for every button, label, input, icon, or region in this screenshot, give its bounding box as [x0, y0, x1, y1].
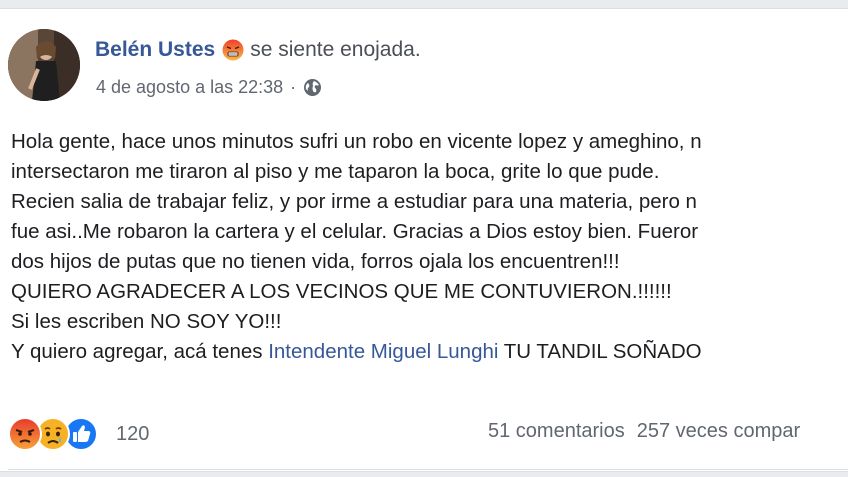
post-line: Recien salia de trabajar feliz, y por ir… [11, 190, 697, 213]
post-card: Belén Ustes se siente enojada. 4 de agos… [0, 8, 848, 472]
post-body: Hola gente, hace unos minutos sufri un r… [11, 127, 848, 367]
reaction-count[interactable]: 120 [116, 423, 149, 446]
avatar[interactable] [8, 29, 80, 101]
mention-link[interactable]: Intendente Miguel Lunghi [268, 340, 498, 363]
post-line: dos hijos de putas que no tienen vida, f… [11, 250, 620, 273]
post-meta: 4 de agosto a las 22:38 · [96, 77, 322, 98]
meta-separator: · [290, 77, 297, 97]
reactions-summary[interactable]: 120 [8, 417, 149, 451]
angry-reaction-icon [8, 417, 42, 451]
post-line: Si les escriben NO SOY YO!!! [11, 310, 282, 333]
engagement-stats: 51 comentarios 257 veces compar [488, 420, 800, 443]
angry-face-icon [222, 39, 244, 61]
post-line-prefix: Y quiero agregar, acá tenes [11, 340, 269, 363]
divider [8, 469, 848, 470]
reaction-icons [8, 417, 108, 451]
timestamp[interactable]: 4 de agosto a las 22:38 [96, 77, 283, 98]
feeling-text: se siente enojada. [250, 38, 421, 61]
globe-icon[interactable] [303, 78, 322, 97]
shares-count[interactable]: 257 veces compar [637, 420, 800, 443]
post-line: fue asi..Me robaron la cartera y el celu… [11, 220, 699, 243]
author-name[interactable]: Belén Ustes [95, 38, 215, 62]
post-header: Belén Ustes se siente enojada. [95, 35, 421, 65]
post-line-last: Y quiero agregar, acá tenes Intendente M… [11, 337, 848, 367]
post-line-suffix: TU TANDIL SOÑADO [498, 340, 702, 363]
post-line: Hola gente, hace unos minutos sufri un r… [11, 130, 702, 153]
comments-count[interactable]: 51 comentarios [488, 420, 625, 443]
post-line: intersectaron me tiraron al piso y me ta… [11, 160, 660, 183]
post-line: QUIERO AGRADECER A LOS VECINOS QUE ME CO… [11, 280, 672, 303]
